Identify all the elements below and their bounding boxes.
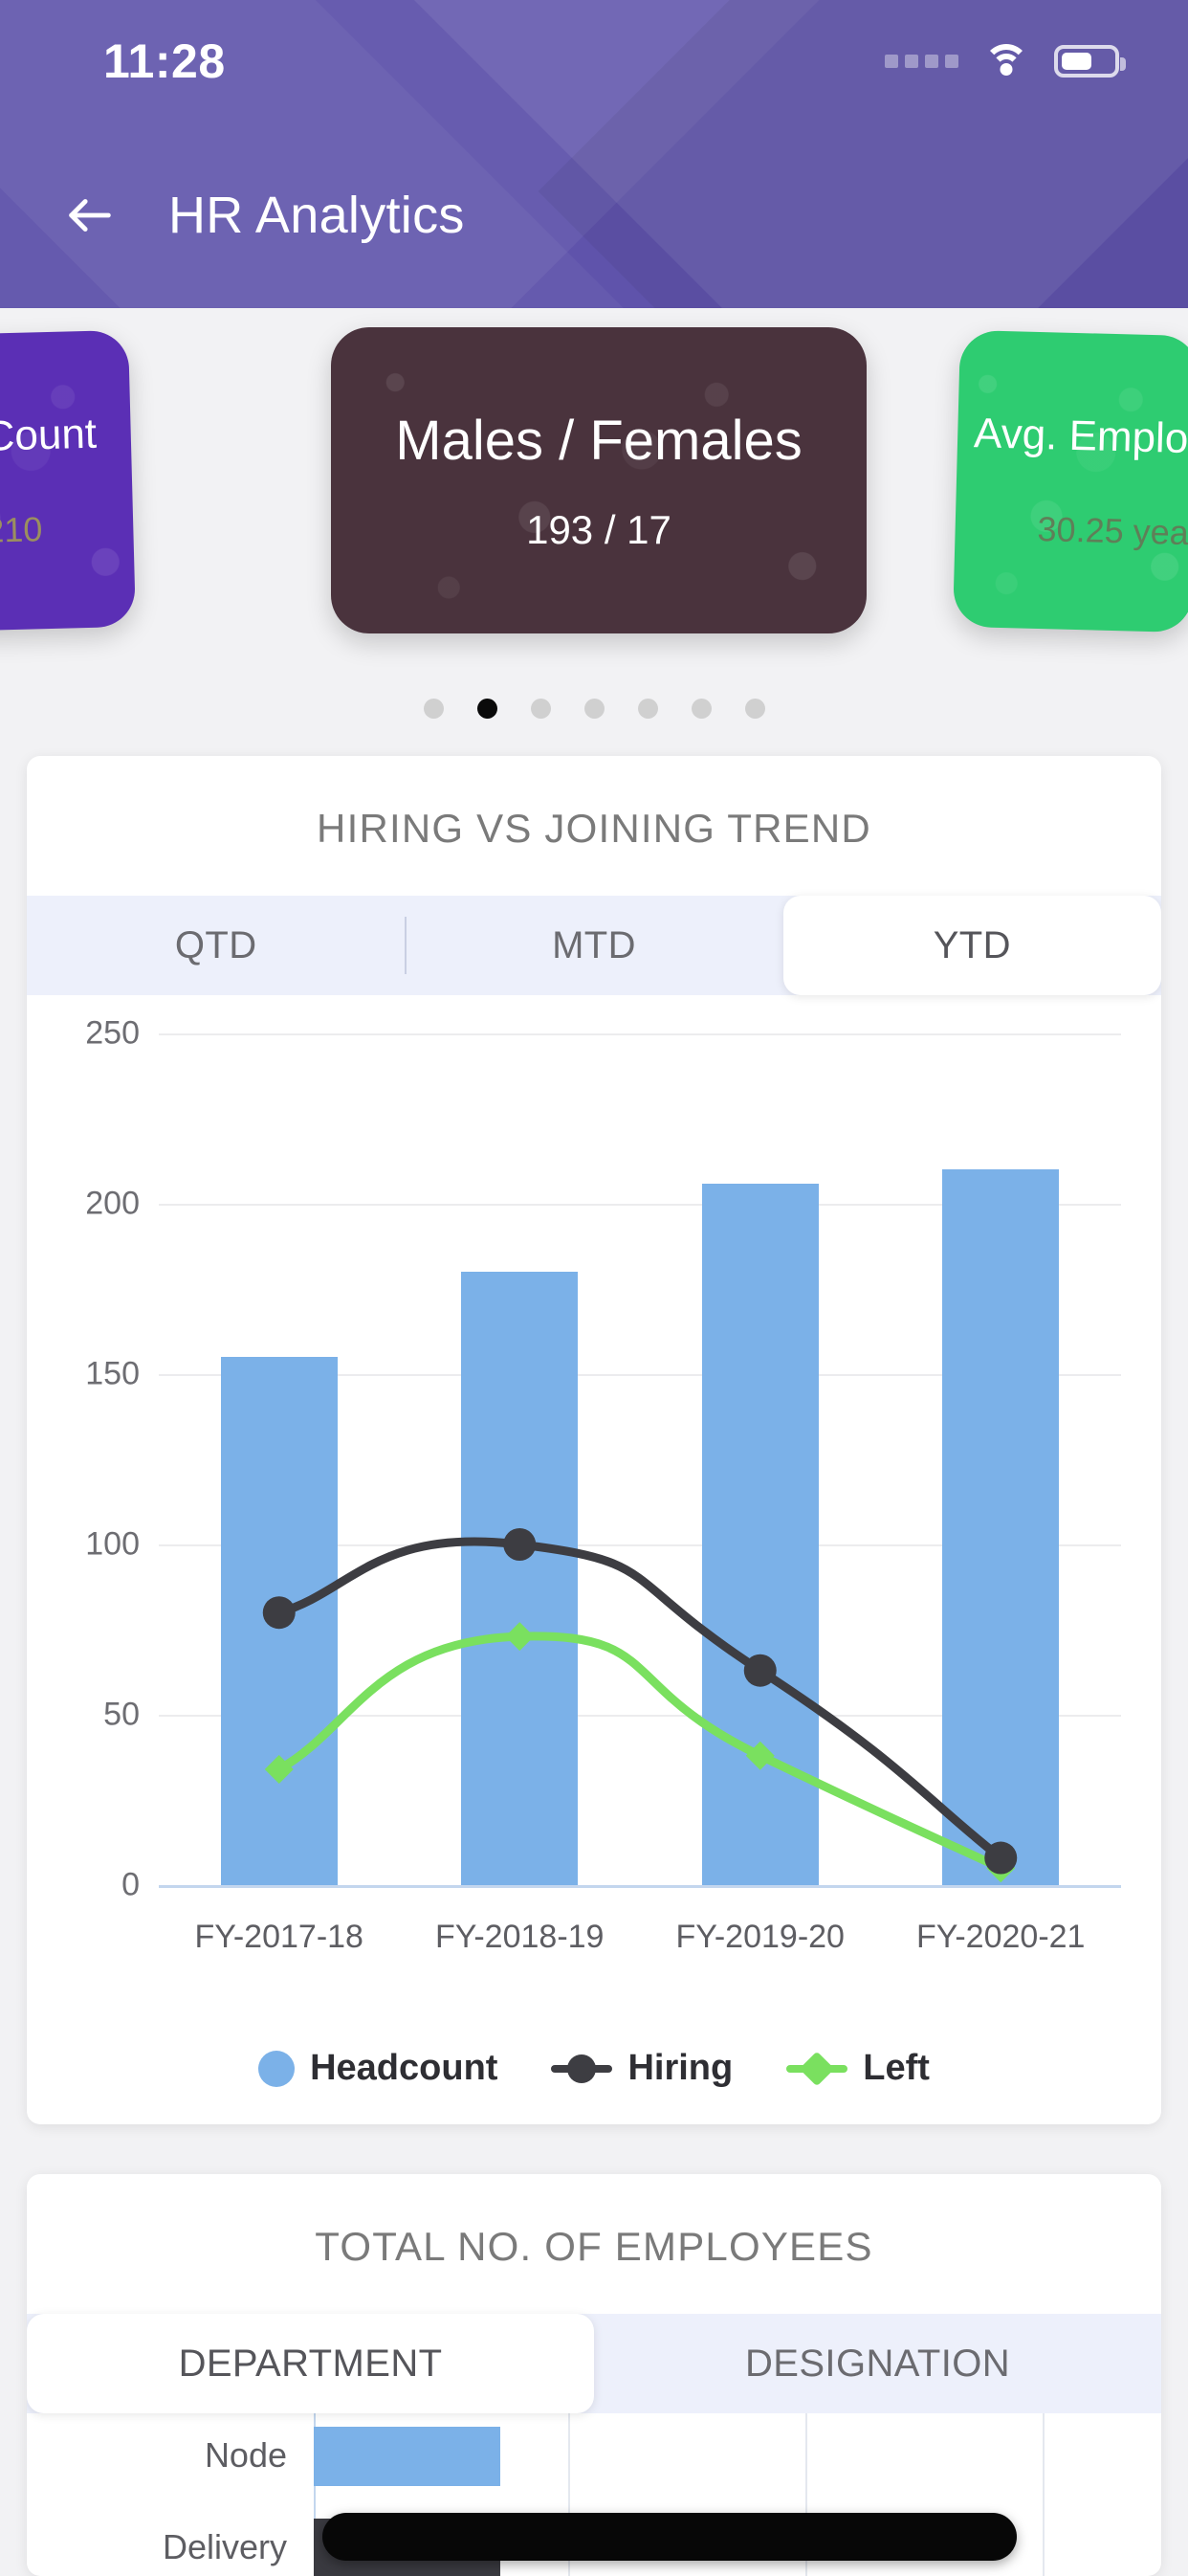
panel-title-total: TOTAL NO. OF EMPLOYEES xyxy=(315,2224,873,2269)
hiring-data-point[interactable] xyxy=(984,1841,1018,1875)
back-arrow-icon[interactable] xyxy=(46,171,134,259)
legend-label: Left xyxy=(863,2048,930,2088)
carousel-dot[interactable] xyxy=(744,698,765,719)
app-bar: HR Analytics xyxy=(0,122,1188,308)
headcount-swatch-icon xyxy=(258,2050,296,2087)
kpi-card-title: Males / Females xyxy=(395,409,803,472)
status-bar: 11:28 xyxy=(0,0,1188,122)
tab-department[interactable]: DEPARTMENT xyxy=(27,2314,594,2413)
panel-title-trend: HIRING VS JOINING TREND xyxy=(317,806,871,851)
kpi-card-value: 193 / 17 xyxy=(526,506,671,552)
card-pattern xyxy=(0,329,137,633)
kpi-card-value: 210 xyxy=(0,509,43,550)
hiring-data-point[interactable] xyxy=(743,1654,777,1687)
h-bar[interactable] xyxy=(314,2427,500,2486)
status-bar-clock: 11:28 xyxy=(103,34,226,88)
hiring-line xyxy=(279,1542,1001,1858)
y-axis-tick-label: 150 xyxy=(85,1355,140,1392)
y-axis-tick-label: 200 xyxy=(85,1185,140,1222)
y-axis-tick-label: 0 xyxy=(121,1866,140,1903)
status-bar-indicators xyxy=(885,44,1126,78)
carousel-dot[interactable] xyxy=(530,698,551,719)
carousel-pagination-dots[interactable] xyxy=(0,687,1188,729)
h-bar-category-label: Delivery xyxy=(162,2527,287,2566)
kpi-card-headcount[interactable]: ad Count 210 xyxy=(0,329,137,633)
x-axis-tick-label: FY-2019-20 xyxy=(675,1919,845,1955)
wifi-icon xyxy=(983,44,1029,78)
kpi-card-avg-employee[interactable]: Avg. Employ 30.25 yea xyxy=(952,329,1188,633)
kpi-carousel[interactable]: ad Count 210 Males / Females 193 / 17 Av… xyxy=(0,308,1188,681)
legend-label: Headcount xyxy=(310,2048,498,2088)
hiring-vs-joining-panel: HIRING VS JOINING TREND QTD MTD YTD 0 50 1… xyxy=(27,756,1161,2124)
h-bar-row: Delivery xyxy=(27,2509,1161,2576)
gridline xyxy=(159,1885,1121,1888)
tab-designation[interactable]: DESIGNATION xyxy=(594,2314,1161,2413)
total-employees-chart: Node Delivery xyxy=(27,2413,1161,2576)
tab-qtd[interactable]: QTD xyxy=(27,896,405,995)
carousel-dot[interactable] xyxy=(423,698,444,719)
signal-dots-icon xyxy=(885,55,958,68)
h-bar-tooltip-overlay[interactable] xyxy=(321,2513,1018,2561)
hiring-swatch-icon xyxy=(551,2064,613,2073)
trend-period-tabs[interactable]: QTD MTD YTD xyxy=(27,896,1161,995)
h-bar-track xyxy=(314,2509,1161,2576)
battery-icon xyxy=(1054,45,1126,78)
card-pattern xyxy=(952,329,1188,633)
h-bar-row: Node xyxy=(27,2417,1161,2494)
tab-mtd[interactable]: MTD xyxy=(405,896,782,995)
x-axis-tick-label: FY-2018-19 xyxy=(435,1919,605,1955)
carousel-dot[interactable] xyxy=(583,698,605,719)
y-axis-tick-label: 50 xyxy=(103,1696,140,1733)
left-data-point[interactable] xyxy=(505,1622,535,1652)
hiring-data-point[interactable] xyxy=(262,1596,296,1630)
tab-ytd[interactable]: YTD xyxy=(782,896,1161,995)
h-bar-track xyxy=(314,2417,1161,2494)
trend-chart: 0 50 100 150 200 250 FY-2017-18 FY-2018-19 FY-20… xyxy=(27,995,1161,2048)
legend-item-headcount[interactable]: Headcount xyxy=(258,2048,497,2089)
kpi-card-males-females[interactable]: Males / Females 193 / 17 xyxy=(331,327,867,633)
kpi-card-value: 30.25 yea xyxy=(1037,508,1188,553)
hiring-data-point[interactable] xyxy=(503,1528,537,1561)
left-line xyxy=(279,1636,1001,1868)
left-data-point[interactable] xyxy=(745,1741,775,1770)
carousel-dot[interactable] xyxy=(637,698,658,719)
y-axis-tick-label: 250 xyxy=(85,1014,140,1052)
legend-label: Hiring xyxy=(627,2048,734,2088)
carousel-dot[interactable] xyxy=(691,698,712,719)
x-axis-tick-label: FY-2017-18 xyxy=(194,1919,363,1955)
carousel-dot[interactable] xyxy=(476,698,497,719)
legend-item-hiring[interactable]: Hiring xyxy=(551,2048,733,2089)
kpi-card-title: Avg. Employ xyxy=(973,410,1188,463)
trend-lines-layer xyxy=(262,1528,1018,1883)
y-axis-tick-label: 100 xyxy=(85,1525,140,1563)
total-group-tabs[interactable]: DEPARTMENT DESIGNATION xyxy=(27,2314,1161,2413)
trend-legend: Headcount Hiring Left xyxy=(27,2048,1161,2124)
h-bar-category-label: Node xyxy=(204,2435,287,2475)
x-axis-tick-label: FY-2020-21 xyxy=(916,1919,1086,1955)
kpi-card-title: ad Count xyxy=(0,410,98,462)
left-swatch-icon xyxy=(786,2064,848,2073)
page-title: HR Analytics xyxy=(168,187,465,244)
card-pattern xyxy=(331,327,867,633)
legend-item-left[interactable]: Left xyxy=(786,2048,930,2089)
total-employees-panel: TOTAL NO. OF EMPLOYEES DEPARTMENT DESIGN… xyxy=(27,2174,1161,2576)
